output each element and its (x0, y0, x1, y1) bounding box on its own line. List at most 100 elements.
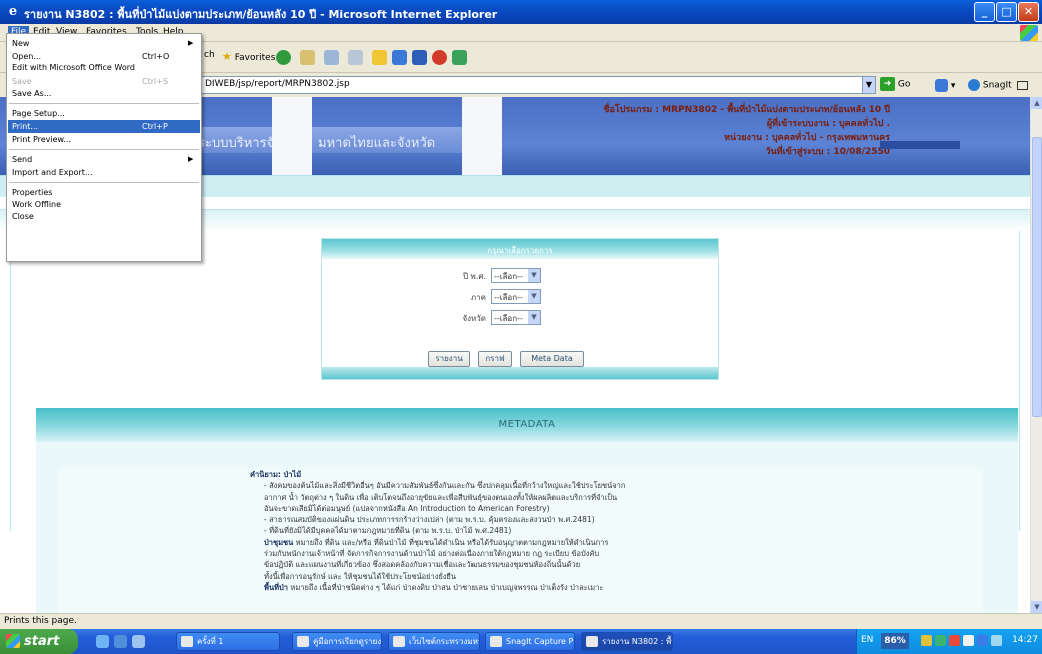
messenger-icon[interactable] (392, 50, 407, 65)
task-button-1[interactable]: ครั้งที่ 1 (176, 632, 280, 651)
metadata-line: ข้อปฏิบัติ และแผนงานที่เกี่ยวข้อง ซึ่งสอ… (264, 560, 581, 570)
edit-icon[interactable] (348, 50, 363, 65)
history-icon[interactable] (276, 50, 291, 65)
task-button-2[interactable]: คู่มือการเรียกดูรายงาน... (292, 632, 382, 651)
minimize-button[interactable]: _ (974, 2, 995, 22)
metadata-button[interactable]: Meta Data (520, 351, 584, 367)
panel-header: กรุณาเลือกรายการ (322, 239, 718, 259)
menu-item-close[interactable]: Close (8, 211, 200, 222)
login-date: วันที่เข้าสู่ระบบ : 10/08/2550 (765, 147, 890, 157)
metadata-line: - สังคมของต้นไม้และสิ่งมีชีวิตอื่นๆ อันม… (264, 481, 626, 491)
metadata-line: หมายถึง ที่ดิน และ/หรือ ที่ดินป่าไม้ ที่… (293, 537, 609, 547)
status-bar: Prints this page. (0, 613, 1042, 629)
banner-band-text-2: มหาดไทยและจังหวัด (318, 136, 436, 151)
tray-icon[interactable] (991, 635, 1002, 646)
right-rule (1019, 231, 1020, 531)
windows-flag-icon (6, 634, 20, 648)
quicklaunch-ie-icon[interactable] (96, 635, 109, 648)
year-row: ปี พ.ศ. --เลือก-- ▼ (322, 268, 718, 284)
address-input[interactable]: DIWEB/jsp/report/MRPN3802.jsp (200, 76, 863, 94)
menu-separator (9, 149, 199, 150)
task-button-3[interactable]: เว็บไซต์กระทรวงมหาด... (388, 632, 480, 651)
banner-white-block (272, 97, 312, 175)
address-dropdown[interactable]: ▼ (862, 76, 876, 94)
scroll-down-arrow[interactable]: ▼ (1031, 601, 1042, 613)
program-name: ชื่อโปรแกรม : MRPN3802 - พื้นที่ป่าไม้แบ… (603, 105, 890, 115)
search-button[interactable]: ch (204, 50, 215, 60)
windows-logo-icon (1020, 25, 1038, 41)
year-label: ปี พ.ศ. (462, 272, 486, 281)
ie-task-icon (586, 636, 598, 647)
scroll-thumb[interactable] (1032, 137, 1042, 417)
quicklaunch-media-icon[interactable] (132, 635, 145, 648)
discuss-icon[interactable] (372, 50, 387, 65)
menu-item-page-setup[interactable]: Page Setup... (8, 108, 200, 119)
graph-button[interactable]: กราฟ (478, 351, 512, 367)
tray-icon[interactable] (935, 635, 946, 646)
go-arrow-icon: ➜ (880, 77, 895, 91)
quicklaunch-desktop-icon[interactable] (114, 635, 127, 648)
metadata-line: อันจะขาดเสียมิได้ต่อมนุษย์ (แปลจากหนังสื… (264, 503, 550, 513)
zoom-indicator[interactable]: 86% (881, 633, 909, 649)
task-button-5[interactable]: รายงาน N3802 : พื้น... (581, 632, 673, 651)
vertical-scrollbar[interactable]: ▲ ▼ (1030, 97, 1042, 613)
menu-item-new[interactable]: New ▶ (8, 38, 200, 49)
mail-icon[interactable] (300, 50, 315, 65)
close-button[interactable]: ✕ (1018, 2, 1039, 22)
chevron-down-icon: ▼ (528, 269, 540, 282)
tray-icon[interactable] (949, 635, 960, 646)
region-label: ภาค (470, 293, 486, 302)
task-button-4[interactable]: SnagIt Capture Pre... (485, 632, 575, 651)
province-row: จังหวัด --เลือก-- ▼ (322, 310, 718, 326)
metadata-line: - ที่ดินที่ยังมิได้มีบุคคลได้มาตามกฎหมาย… (264, 526, 512, 536)
favorites-star-icon: ★ (222, 50, 232, 63)
region-select[interactable]: --เลือก-- ▼ (491, 289, 541, 304)
favorites-button[interactable]: ★ Favorites (222, 50, 275, 63)
ie-task-icon (393, 636, 405, 647)
year-select-value: --เลือก-- (494, 272, 523, 281)
menu-item-import-export[interactable]: Import and Export... (8, 167, 200, 178)
region-select-value: --เลือก-- (494, 293, 523, 302)
research-icon[interactable] (412, 50, 427, 65)
menu-item-save-as[interactable]: Save As... (8, 88, 200, 99)
extra-tool-icon[interactable]: ▾ (935, 79, 955, 92)
login-agency: หน่วยงาน : บุคคลทั่วไป - กรุงเทพมหานคร (724, 133, 890, 143)
year-select[interactable]: --เลือก-- ▼ (491, 268, 541, 283)
window-title: รายงาน N3802 : พื้นที่ป่าไม้แบ่งตามประเภ… (24, 8, 498, 21)
menu-separator (9, 103, 199, 104)
tray-icon[interactable] (921, 635, 932, 646)
document-icon (297, 636, 309, 647)
menu-item-properties[interactable]: Properties (8, 187, 200, 198)
snagit-label: SnagIt (982, 80, 1012, 91)
metadata-line: หมายถึง เนื้อที่ป่าชนิดต่าง ๆ ได้แก่ ป่า… (288, 582, 604, 592)
status-text: Prints this page. (4, 616, 77, 626)
metadata-line: ร่วมกับพนักงานเจ้าหน้าที่ จัดการกิจการงา… (264, 549, 600, 559)
menu-item-send[interactable]: Send ▶ (8, 154, 200, 165)
menu-item-print[interactable]: Print... Ctrl+P (8, 120, 200, 133)
scroll-up-arrow[interactable]: ▲ (1031, 97, 1042, 109)
menu-item-edit-office[interactable]: Edit with Microsoft Office Word (8, 62, 200, 73)
print-icon[interactable] (324, 50, 339, 65)
go-button[interactable]: ➜ Go (880, 77, 910, 91)
province-select[interactable]: --เลือก-- ▼ (491, 310, 541, 325)
title-bar[interactable]: e รายงาน N3802 : พื้นที่ป่าไม้แบ่งตามประ… (0, 0, 1042, 24)
system-tray: EN 86% 14:27 (856, 629, 1042, 654)
metadata-line: อากาศ น้ำ วัตถุต่าง ๆ ในดิน เพื่อ เติบโต… (264, 492, 618, 502)
start-button[interactable]: start (0, 629, 78, 654)
taskbar: start ครั้งที่ 1 คู่มือการเรียกดูรายงาน.… (0, 629, 1042, 654)
tray-icon[interactable] (977, 635, 988, 646)
menu-separator (9, 182, 199, 183)
toolbar-red-icon[interactable] (432, 50, 447, 65)
snagit-button[interactable]: SnagIt (968, 79, 1028, 91)
language-indicator[interactable]: EN (861, 635, 873, 645)
go-label: Go (897, 79, 911, 90)
tray-icon[interactable] (963, 635, 974, 646)
report-button[interactable]: รายงาน (428, 351, 470, 367)
menu-item-print-preview[interactable]: Print Preview... (8, 134, 200, 145)
maximize-button[interactable]: □ (996, 2, 1017, 22)
menu-item-work-offline[interactable]: Work Offline (8, 199, 200, 210)
metadata-heading: METADATA (36, 408, 1018, 442)
toolbar-green-icon[interactable] (452, 50, 467, 65)
menu-item-open[interactable]: Open... Ctrl+O (8, 51, 200, 62)
snagit-task-icon (490, 636, 502, 647)
